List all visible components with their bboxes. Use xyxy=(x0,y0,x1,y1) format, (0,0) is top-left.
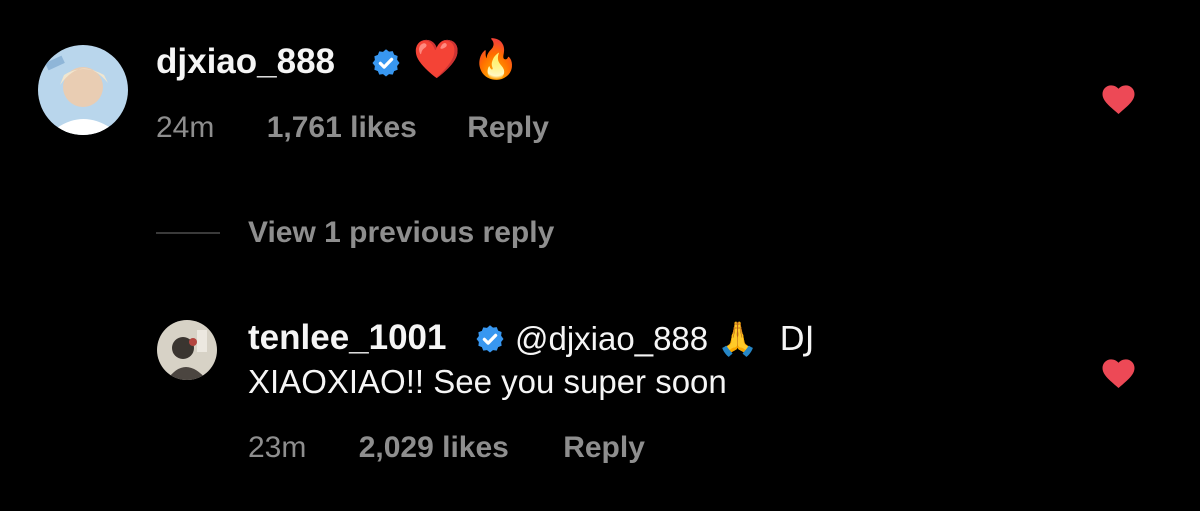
reply-time: 23m xyxy=(248,431,307,464)
reply-text-line2: XIAOXIAO!! See you super soon xyxy=(248,363,727,400)
reply-mention-link[interactable]: @djxiao_888 xyxy=(515,320,708,357)
verified-badge-icon xyxy=(371,48,401,83)
replies-divider-line xyxy=(156,232,220,234)
comment-likes[interactable]: 1,761 likes xyxy=(267,111,417,144)
comment-time: 24m xyxy=(156,111,215,144)
comment-reply-button[interactable]: Reply xyxy=(467,111,549,144)
avatar-djxiao[interactable] xyxy=(38,45,128,135)
comment-emojis: ❤️ 🔥 xyxy=(413,37,520,81)
reply-heart-like-icon[interactable] xyxy=(1100,356,1137,393)
reply-meta: 23m 2,029 likes Reply xyxy=(248,433,645,463)
comment-meta: 24m 1,761 likes Reply xyxy=(156,113,549,143)
reply-text-line1: @djxiao_888 🙏 DJ xyxy=(515,319,815,359)
verified-badge-icon xyxy=(475,324,505,359)
reply-username[interactable]: tenlee_1001 xyxy=(248,320,446,355)
reply-likes[interactable]: 2,029 likes xyxy=(359,431,509,464)
comment-username[interactable]: djxiao_888 xyxy=(156,44,335,79)
avatar-tenlee[interactable] xyxy=(157,320,217,380)
reply-text-suffix: 🙏 DJ xyxy=(717,319,815,358)
reply-reply-button[interactable]: Reply xyxy=(563,431,645,464)
view-previous-replies-button[interactable]: View 1 previous reply xyxy=(248,216,554,250)
comment-heart-like-icon[interactable] xyxy=(1100,82,1137,119)
